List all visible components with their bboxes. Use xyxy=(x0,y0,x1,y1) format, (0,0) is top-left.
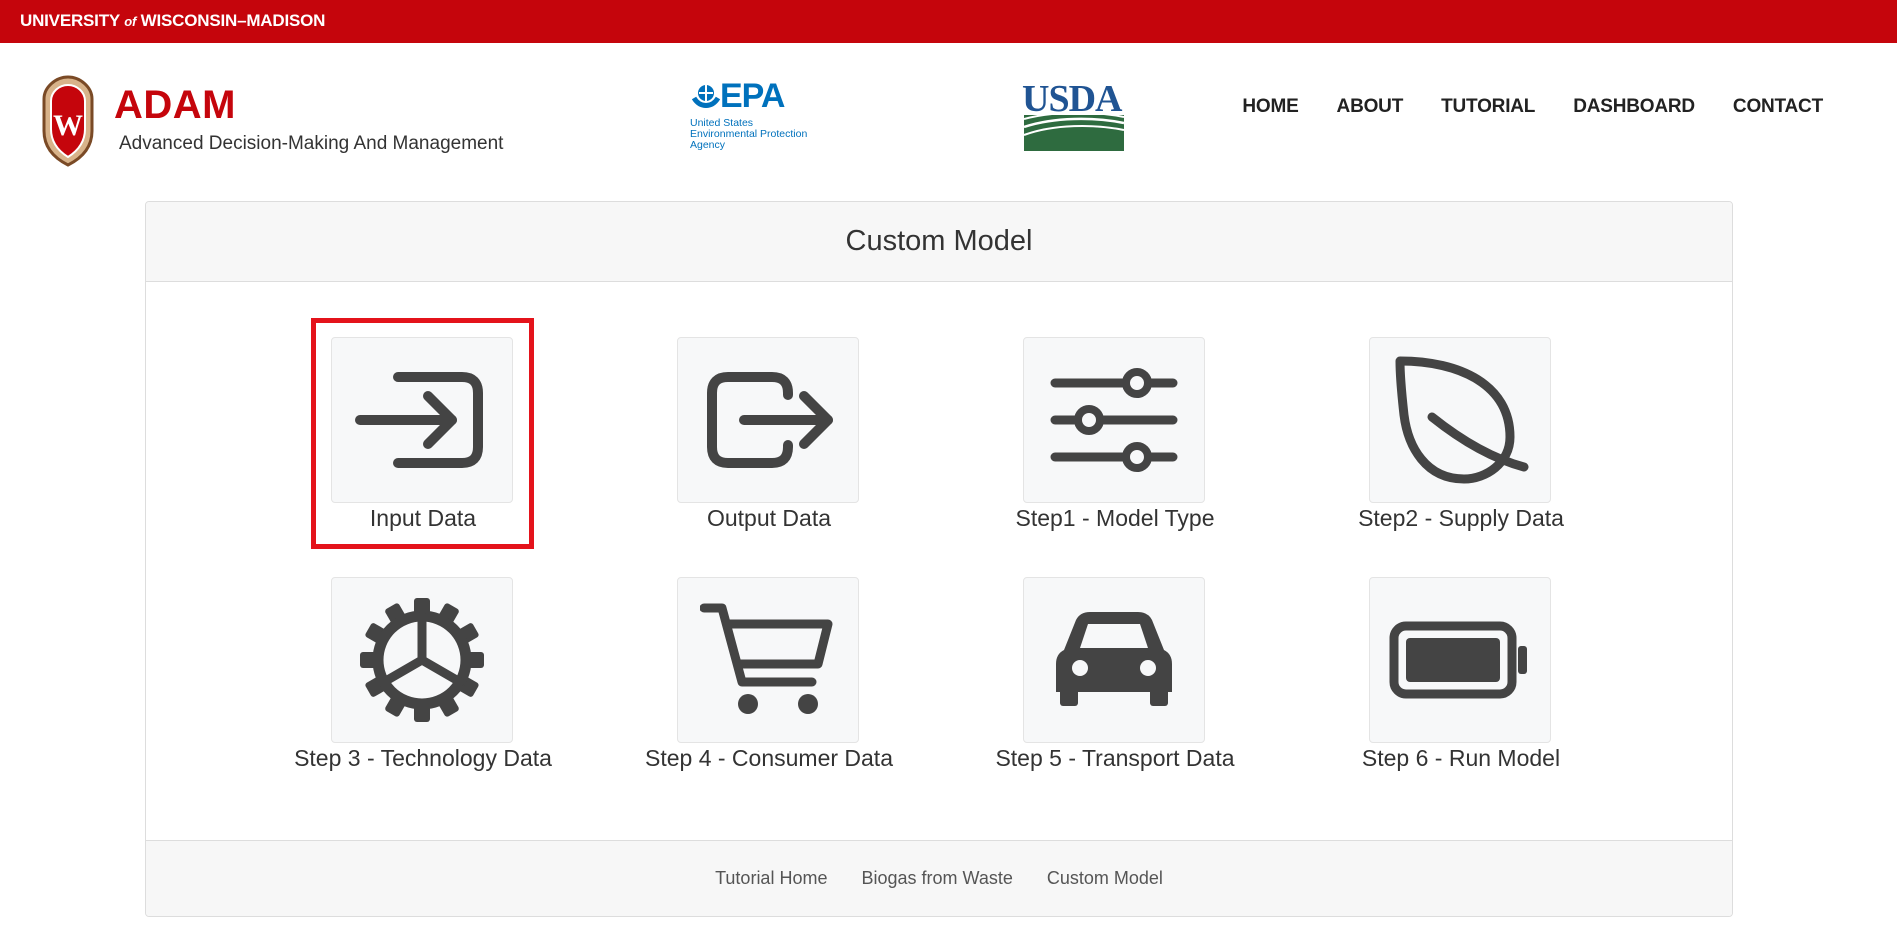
epa-agency-name: United States Environmental Protection A… xyxy=(690,117,808,151)
gear-icon xyxy=(360,598,484,722)
tile-label: Step2 - Supply Data xyxy=(1358,505,1564,531)
tile-technology-data[interactable]: Step 3 - Technology Data xyxy=(293,577,552,777)
custom-model-card: Custom Model Input Data Output Data Step… xyxy=(145,201,1733,917)
footer-link-custom-model[interactable]: Custom Model xyxy=(1030,868,1180,889)
tile-supply-data[interactable]: Step2 - Supply Data xyxy=(1331,337,1571,537)
nav-home[interactable]: HOME xyxy=(1223,96,1317,118)
tile-label: Input Data xyxy=(369,505,477,531)
tile-model-type[interactable]: Step1 - Model Type xyxy=(985,337,1225,537)
tile-label: Step 4 - Consumer Data xyxy=(644,745,893,771)
university-wordmark[interactable]: UNIVERSITY of WISCONSIN–MADISON xyxy=(20,11,325,31)
output-data-button[interactable] xyxy=(677,337,859,503)
cart-icon xyxy=(700,603,833,714)
sign-out-icon xyxy=(707,372,833,468)
uw-crest-icon[interactable]: W xyxy=(36,73,100,167)
car-icon xyxy=(1056,612,1172,706)
tile-transport-data[interactable]: Step 5 - Transport Data xyxy=(985,577,1235,777)
tile-label: Step 5 - Transport Data xyxy=(995,745,1235,771)
footer-link-biogas-from-waste[interactable]: Biogas from Waste xyxy=(844,868,1029,889)
brand-title[interactable]: ADAM xyxy=(114,83,236,128)
consumer-data-button[interactable] xyxy=(677,577,859,743)
transport-data-button[interactable] xyxy=(1023,577,1205,743)
usda-logo[interactable]: USDA xyxy=(1022,77,1126,151)
input-data-button[interactable] xyxy=(331,337,513,503)
epa-flower-icon xyxy=(691,85,721,108)
tile-label: Step 6 - Run Model xyxy=(1361,745,1561,771)
technology-data-button[interactable] xyxy=(331,577,513,743)
nav-tutorial[interactable]: TUTORIAL xyxy=(1422,96,1554,118)
run-model-button[interactable] xyxy=(1369,577,1551,743)
sliders-icon xyxy=(1050,368,1178,472)
tile-label: Step 3 - Technology Data xyxy=(294,745,552,771)
tile-run-model[interactable]: Step 6 - Run Model xyxy=(1331,577,1571,777)
university-topbar: UNIVERSITY of WISCONSIN–MADISON xyxy=(0,0,1897,43)
supply-data-button[interactable] xyxy=(1369,337,1551,503)
footer-link-tutorial-home[interactable]: Tutorial Home xyxy=(698,868,844,889)
sign-in-icon xyxy=(355,372,483,468)
tile-input-data[interactable]: Input Data xyxy=(293,337,533,537)
epa-logo[interactable]: EPA United States Environmental Protecti… xyxy=(688,77,838,157)
model-type-button[interactable] xyxy=(1023,337,1205,503)
nav-dashboard[interactable]: DASHBOARD xyxy=(1554,96,1714,118)
epa-wordmark: EPA xyxy=(720,77,785,115)
tile-label: Output Data xyxy=(706,505,832,531)
svg-text:W: W xyxy=(53,109,83,142)
nav-contact[interactable]: CONTACT xyxy=(1714,96,1842,118)
tile-label: Step1 - Model Type xyxy=(1015,505,1215,531)
card-title: Custom Model xyxy=(146,202,1732,282)
leaf-icon xyxy=(1395,356,1529,484)
battery-icon xyxy=(1389,621,1527,699)
main-nav: HOME ABOUT TUTORIAL DASHBOARD CONTACT xyxy=(1223,96,1842,118)
tile-output-data[interactable]: Output Data xyxy=(639,337,879,537)
card-footer: Tutorial Home Biogas from Waste Custom M… xyxy=(146,840,1732,916)
usda-field-icon xyxy=(1024,115,1124,151)
brand-subtitle: Advanced Decision-Making And Management xyxy=(119,133,504,154)
nav-about[interactable]: ABOUT xyxy=(1318,96,1423,118)
site-header: W ADAM Advanced Decision-Making And Mana… xyxy=(0,43,1897,193)
tile-consumer-data[interactable]: Step 4 - Consumer Data xyxy=(639,577,893,777)
